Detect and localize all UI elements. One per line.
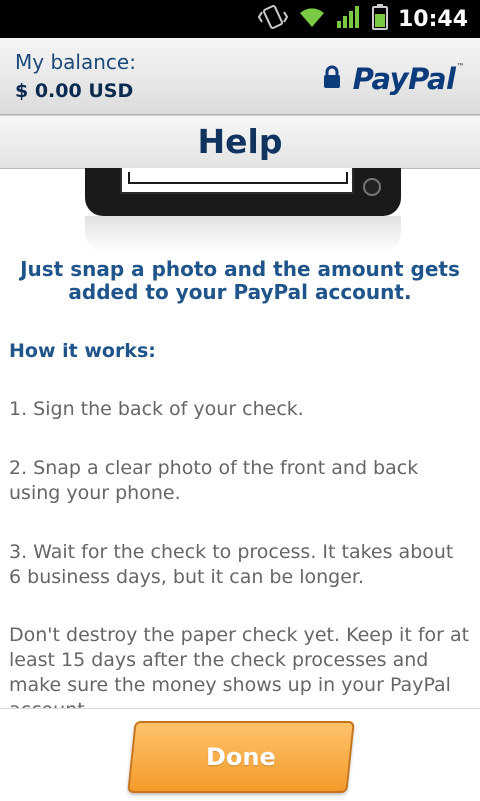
footer: Done (0, 708, 480, 801)
help-content[interactable]: Just snap a photo and the amount gets ad… (0, 168, 480, 708)
step-3: 3. Wait for the check to process. It tak… (9, 541, 454, 588)
done-button-label: Done (206, 743, 276, 771)
status-bar: 10:44 (0, 0, 480, 38)
page-title: Help (197, 122, 283, 161)
help-headline: Just snap a photo and the amount gets ad… (20, 257, 460, 304)
step-1: 1. Sign the back of your check. (9, 398, 304, 420)
status-clock: 10:44 (397, 6, 468, 32)
paypal-brand: PayPal™ (323, 62, 464, 96)
phone-illustration (85, 168, 401, 216)
balance-header: My balance: $ 0.00 USD PayPal™ (0, 38, 480, 115)
wifi-icon (298, 5, 326, 33)
trademark-mark: ™ (456, 62, 465, 71)
balance-label: My balance: (15, 50, 136, 74)
paypal-logo: PayPal™ (352, 62, 465, 96)
vibrate-icon (257, 4, 289, 34)
check-note: Don't destroy the paper check yet. Keep … (9, 624, 470, 708)
signal-icon (336, 5, 362, 33)
lock-icon (323, 65, 341, 93)
paypal-logo-text: PayPal (352, 62, 456, 96)
title-bar: Help (0, 115, 480, 169)
balance-value: $ 0.00 USD (15, 80, 134, 102)
phone-screen (120, 168, 354, 194)
battery-icon (371, 4, 388, 34)
done-button[interactable]: Done (127, 721, 355, 793)
phone-reflection (85, 216, 401, 252)
step-2: 2. Snap a clear photo of the front and b… (9, 457, 419, 504)
how-it-works-title: How it works: (9, 340, 156, 362)
phone-camera-icon (363, 178, 381, 196)
status-icons: 10:44 (257, 0, 480, 38)
